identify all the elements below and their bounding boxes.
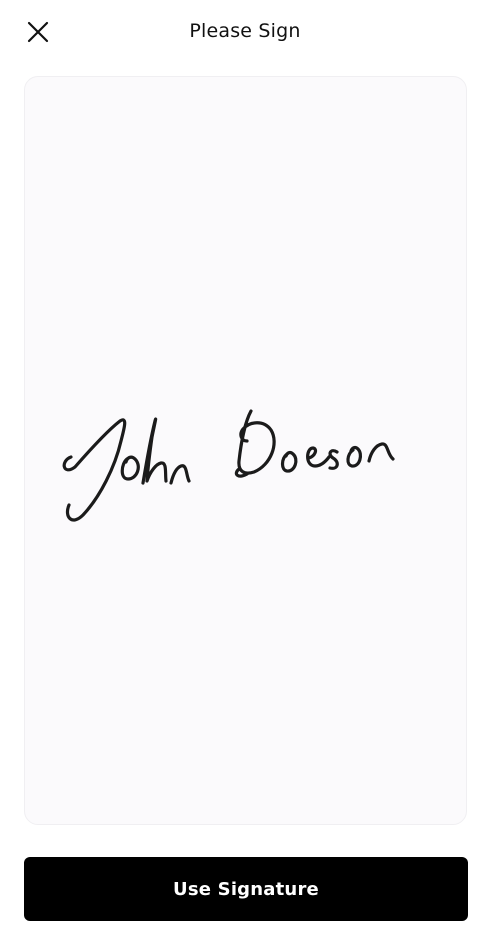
header-bar: Please Sign	[0, 0, 490, 62]
signature-pad[interactable]	[24, 76, 467, 825]
handwritten-signature	[62, 409, 395, 522]
page-title: Please Sign	[189, 20, 301, 42]
use-signature-button[interactable]: Use Signature	[24, 857, 468, 921]
